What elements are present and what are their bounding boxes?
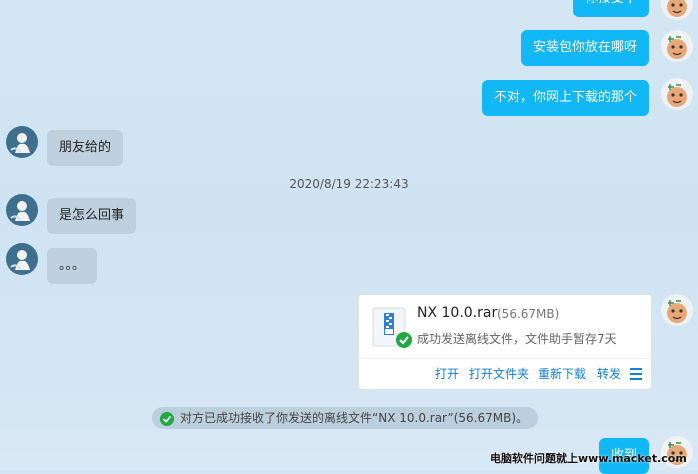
open-file-link[interactable]: 打开 <box>435 365 459 382</box>
contact-avatar[interactable] <box>6 126 38 158</box>
divider <box>359 358 651 359</box>
receive-notice: 对方已成功接收了你发送的离线文件“NX 10.0.rar”(56.67MB)。 <box>152 407 539 429</box>
contact-avatar[interactable] <box>6 243 38 275</box>
check-icon <box>160 411 174 426</box>
message-bubble-incoming[interactable]: 。。。 <box>47 248 98 284</box>
contact-avatar[interactable] <box>6 194 38 226</box>
watermark-text: 电脑软件问题就上www.macket.com <box>490 452 687 465</box>
redownload-link[interactable]: 重新下载 <box>538 365 586 382</box>
self-avatar[interactable] <box>661 78 693 110</box>
file-actions: 打开 打开文件夹 重新下载 转发 <box>359 365 651 385</box>
forward-link[interactable]: 转发 <box>597 365 621 382</box>
file-name: NX 10.0.rar <box>417 305 498 321</box>
file-status: 成功发送离线文件，文件助手暂存7天 <box>417 332 617 346</box>
self-avatar[interactable] <box>661 0 693 20</box>
self-avatar[interactable] <box>661 30 693 62</box>
message-timestamp: 2020/8/19 22:23:43 <box>289 177 409 191</box>
file-size: (56.67MB) <box>497 307 560 321</box>
message-bubble-outgoing[interactable]: 安装包你放在哪呀 <box>521 30 650 66</box>
receive-notice-text: 对方已成功接收了你发送的离线文件“NX 10.0.rar”(56.67MB)。 <box>180 411 529 425</box>
message-bubble-outgoing[interactable]: 不对，你网上下载的那个 <box>482 80 650 116</box>
message-bubble-outgoing[interactable]: 你接受下 <box>573 0 650 17</box>
file-transfer-card[interactable]: NX 10.0.rar (56.67MB) 成功发送离线文件，文件助手暂存7天 … <box>358 294 652 390</box>
message-bubble-incoming[interactable]: 是怎么回事 <box>47 198 137 234</box>
open-folder-link[interactable]: 打开文件夹 <box>469 365 529 382</box>
self-avatar[interactable] <box>661 294 693 326</box>
message-bubble-incoming[interactable]: 朋友给的 <box>47 130 124 166</box>
success-check-icon <box>396 332 412 352</box>
menu-icon[interactable] <box>630 368 642 380</box>
